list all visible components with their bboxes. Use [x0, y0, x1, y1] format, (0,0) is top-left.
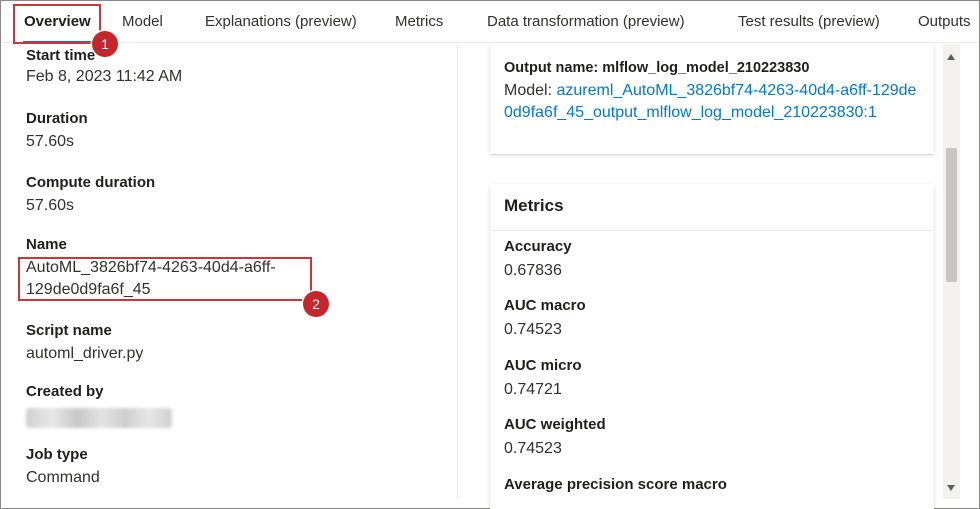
name-value-highlight	[18, 257, 312, 301]
name-label: Name	[26, 236, 67, 253]
output-card: Output name: mlflow_log_model_210223830 …	[490, 44, 934, 154]
start-time-value: Feb 8, 2023 11:42 AM	[26, 68, 183, 85]
tab-metrics[interactable]: Metrics	[395, 13, 443, 30]
overview-tab-highlight	[13, 4, 101, 44]
metric-label: AUC macro	[504, 297, 586, 314]
created-by-label: Created by	[26, 383, 104, 400]
metric-avg-precision-macro: Average precision score macro	[504, 476, 727, 493]
metric-value: 0.67836	[504, 262, 562, 279]
model-link[interactable]: azureml_AutoML_3826bf74-4263-40d4-a6ff-1…	[504, 82, 916, 121]
created-by-value-redacted	[26, 408, 172, 428]
compute-duration-label: Compute duration	[26, 174, 156, 191]
metric-auc-macro: AUC macro 0.74523	[504, 297, 586, 339]
tab-test-results[interactable]: Test results (preview)	[738, 13, 880, 30]
metric-auc-weighted: AUC weighted 0.74523	[504, 416, 606, 458]
tab-explanations[interactable]: Explanations (preview)	[205, 13, 357, 30]
callout-badge-2: 2	[303, 291, 329, 317]
metrics-card: Metrics Accuracy 0.67836 AUC macro 0.745…	[490, 184, 934, 509]
metric-auc-micro: AUC micro 0.74721	[504, 357, 582, 399]
scroll-up-icon[interactable]	[947, 54, 955, 60]
metric-label: Accuracy	[504, 238, 572, 255]
metric-value: 0.74523	[504, 440, 562, 457]
metric-label: AUC micro	[504, 357, 582, 374]
tab-bar: Overview Model Explanations (preview) Me…	[1, 1, 979, 43]
compute-duration-field: Compute duration 57.60s	[26, 174, 155, 215]
script-name-value: automl_driver.py	[26, 345, 144, 362]
script-name-label: Script name	[26, 322, 112, 339]
metric-label: AUC weighted	[504, 416, 606, 433]
duration-value: 57.60s	[26, 133, 75, 150]
tab-outputs[interactable]: Outputs	[918, 13, 971, 30]
job-type-label: Job type	[26, 446, 88, 463]
metric-accuracy: Accuracy 0.67836	[504, 238, 572, 280]
job-type-value: Command	[26, 469, 100, 486]
tab-model[interactable]: Model	[122, 13, 163, 30]
metric-value: 0.74721	[504, 381, 562, 398]
duration-field: Duration 57.60s	[26, 110, 88, 151]
vertical-scrollbar[interactable]	[943, 44, 960, 499]
metrics-title: Metrics	[504, 196, 564, 215]
compute-duration-value: 57.60s	[26, 197, 75, 214]
output-model: Model: azureml_AutoML_3826bf74-4263-40d4…	[504, 80, 924, 124]
scrollbar-thumb[interactable]	[946, 148, 957, 282]
metric-value: 0.74523	[504, 321, 562, 338]
scroll-down-icon[interactable]	[947, 485, 955, 491]
start-time-field: Start time Feb 8, 2023 11:42 AM	[26, 47, 182, 86]
start-time-label: Start time	[26, 47, 96, 64]
model-prefix: Model:	[504, 82, 557, 99]
column-divider	[457, 44, 458, 499]
metric-label: Average precision score macro	[504, 476, 727, 493]
tab-data-transformation[interactable]: Data transformation (preview)	[487, 13, 685, 30]
script-name-field: Script name automl_driver.py	[26, 322, 143, 363]
duration-label: Duration	[26, 110, 88, 127]
created-by-field: Created by	[26, 383, 172, 428]
job-type-field: Job type Command	[26, 446, 100, 487]
metrics-divider	[490, 230, 934, 231]
output-name: Output name: mlflow_log_model_210223830	[504, 60, 810, 76]
